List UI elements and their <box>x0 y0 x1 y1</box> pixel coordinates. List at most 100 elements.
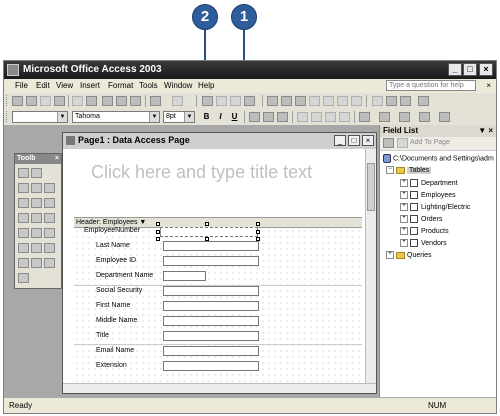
align-left-icon[interactable] <box>249 112 260 122</box>
copy-icon[interactable] <box>116 96 127 106</box>
paste-icon[interactable] <box>130 96 141 106</box>
search-icon[interactable] <box>40 96 51 106</box>
properties-icon[interactable] <box>337 96 348 106</box>
textbox-icon[interactable] <box>44 183 55 193</box>
resize-handle[interactable] <box>205 222 209 226</box>
vertical-scrollbar[interactable] <box>365 149 376 385</box>
checkbox-icon[interactable] <box>18 213 29 223</box>
chart-icon[interactable] <box>31 243 42 253</box>
fill-color-icon[interactable] <box>359 112 370 122</box>
field-list-icon[interactable] <box>267 96 278 106</box>
cut-icon[interactable] <box>102 96 113 106</box>
extension-textbox[interactable] <box>163 361 259 371</box>
align-center-icon[interactable] <box>263 112 274 122</box>
help-icon[interactable] <box>418 96 429 106</box>
resize-handle[interactable] <box>156 237 160 241</box>
maximize-button[interactable]: □ <box>463 63 477 76</box>
hyperlink-icon[interactable] <box>372 96 383 106</box>
print-preview-icon[interactable] <box>72 96 83 106</box>
save-icon[interactable] <box>26 96 37 106</box>
new-group-icon[interactable] <box>383 138 394 148</box>
social-security-textbox[interactable] <box>163 286 259 296</box>
font-color-icon[interactable] <box>379 112 390 122</box>
department-name-textbox[interactable] <box>163 271 206 281</box>
chevron-down-icon[interactable]: ▼ <box>184 112 194 122</box>
new-object-icon[interactable] <box>400 96 411 106</box>
decrease-indent-icon[interactable] <box>325 112 336 122</box>
menu-close-icon[interactable]: × <box>486 81 491 90</box>
field-label[interactable]: Last Name <box>96 242 130 249</box>
field-label[interactable]: Email Name <box>96 347 134 354</box>
menu-file[interactable]: File <box>15 81 28 90</box>
middle-name-textbox[interactable] <box>163 316 259 326</box>
toolbar-grip[interactable] <box>6 111 10 122</box>
option-button-icon[interactable] <box>44 198 55 208</box>
menu-window[interactable]: Window <box>164 81 192 90</box>
tree-item-queries[interactable]: + Queries <box>386 251 432 259</box>
close-button[interactable]: × <box>479 63 493 76</box>
resize-handle[interactable] <box>256 230 260 234</box>
scroll-thumb[interactable] <box>367 163 375 211</box>
add-to-page-button[interactable]: Add To Page <box>410 139 450 146</box>
image-hyperlink-icon[interactable] <box>31 228 42 238</box>
field-label[interactable]: Middle Name <box>96 317 137 324</box>
menu-edit[interactable]: Edit <box>36 81 50 90</box>
add-to-page-icon[interactable] <box>397 138 408 148</box>
more-controls-icon[interactable] <box>18 273 29 283</box>
numbering-icon[interactable] <box>297 112 308 122</box>
resize-handle[interactable] <box>156 230 160 234</box>
toolbox-icon[interactable] <box>281 96 292 106</box>
hyperlink-tool-icon[interactable] <box>18 228 29 238</box>
field-label[interactable]: Social Security <box>96 287 142 294</box>
field-label[interactable]: Department Name <box>96 272 153 279</box>
field-label[interactable]: Employee ID <box>96 257 136 264</box>
database-window-icon[interactable] <box>386 96 397 106</box>
tree-item-table[interactable]: + Products <box>400 227 449 235</box>
undo-icon[interactable] <box>150 96 161 106</box>
rectangle-icon[interactable] <box>44 258 55 268</box>
close-icon[interactable]: ▼ × <box>478 125 493 137</box>
line-width-icon[interactable] <box>419 112 430 122</box>
help-search-input[interactable]: Type a question for help <box>386 80 476 91</box>
employee-number-textbox[interactable] <box>160 227 258 237</box>
line-tool-icon[interactable] <box>31 258 42 268</box>
object-combo[interactable]: ▼ <box>12 111 68 123</box>
list-box-icon[interactable] <box>44 213 55 223</box>
command-button-icon[interactable] <box>18 198 29 208</box>
bullets-icon[interactable] <box>311 112 322 122</box>
tree-item-table[interactable]: + Vendors <box>400 239 447 247</box>
field-label[interactable]: Extension <box>96 362 127 369</box>
label-icon[interactable] <box>18 183 29 193</box>
build-icon[interactable] <box>351 96 362 106</box>
dropdown-list-icon[interactable] <box>31 213 42 223</box>
database-path[interactable]: C:\Documents and Settings\adm <box>383 154 494 163</box>
spelling-icon[interactable] <box>86 96 97 106</box>
align-right-icon[interactable] <box>277 112 288 122</box>
option-group-icon[interactable] <box>31 198 42 208</box>
redo-icon[interactable] <box>172 96 183 106</box>
select-objects-icon[interactable] <box>18 168 29 178</box>
employee-id-textbox[interactable] <box>163 256 259 266</box>
filter-icon[interactable] <box>216 96 227 106</box>
title-placeholder[interactable]: Click here and type title text <box>91 162 312 183</box>
special-effect-icon[interactable] <box>439 112 450 122</box>
tree-item-table[interactable]: + Lighting/Electric <box>400 203 470 211</box>
italic-button[interactable]: I <box>215 112 226 122</box>
menu-format[interactable]: Format <box>108 81 133 90</box>
doc-title-bar[interactable]: Page1 : Data Access Page _ □ × <box>63 133 376 150</box>
sum-icon[interactable] <box>244 96 255 106</box>
resize-handle[interactable] <box>156 222 160 226</box>
first-name-textbox[interactable] <box>163 301 259 311</box>
sort-icon[interactable] <box>202 96 213 106</box>
font-combo[interactable]: Tahoma ▼ <box>72 111 160 123</box>
bold-button[interactable]: B <box>201 112 212 122</box>
print-icon[interactable] <box>54 96 65 106</box>
bound-span-icon[interactable] <box>31 183 42 193</box>
last-name-textbox[interactable] <box>163 241 259 251</box>
collapse-icon[interactable]: − <box>386 166 394 174</box>
field-label[interactable]: Title <box>96 332 109 339</box>
doc-maximize-button[interactable]: □ <box>348 135 360 146</box>
tree-item-table[interactable]: + Orders <box>400 215 442 223</box>
expand-icon[interactable]: + <box>400 203 408 211</box>
menu-view[interactable]: View <box>56 81 73 90</box>
